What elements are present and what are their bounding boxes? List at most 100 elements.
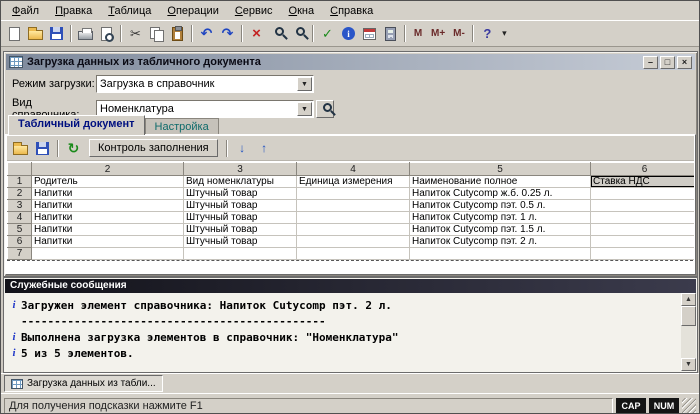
redo-icon[interactable]: ↷ bbox=[217, 23, 238, 44]
grid-cell[interactable]: Напитки bbox=[31, 235, 184, 248]
calendar-icon[interactable] bbox=[359, 23, 380, 44]
scroll-down-icon[interactable]: ▼ bbox=[681, 358, 696, 371]
row-number[interactable]: 4 bbox=[7, 211, 32, 224]
messages-scrollbar[interactable]: ▲ ▼ bbox=[681, 293, 696, 371]
dialog-titlebar[interactable]: Загрузка данных из табличного документа … bbox=[6, 54, 695, 70]
tab-settings[interactable]: Настройка bbox=[144, 118, 219, 135]
grid-cell[interactable] bbox=[590, 247, 694, 260]
grid-cell[interactable]: Напитки bbox=[31, 211, 184, 224]
col-header-2[interactable]: 2 bbox=[31, 162, 184, 176]
maximize-button[interactable]: □ bbox=[660, 55, 675, 69]
calculator-icon[interactable] bbox=[380, 23, 401, 44]
col-header-4[interactable]: 4 bbox=[296, 162, 410, 176]
grid-cell[interactable] bbox=[296, 199, 410, 212]
load-mode-select[interactable]: Загрузка в справочник ▼ bbox=[96, 75, 314, 93]
grid-cell[interactable] bbox=[590, 199, 694, 212]
grid-cell[interactable]: Штучный товар bbox=[183, 223, 297, 236]
grid-cell[interactable]: Напиток Cutycomp пэт. 0.5 л. bbox=[409, 199, 591, 212]
info-icon[interactable]: i bbox=[338, 23, 359, 44]
find-icon[interactable] bbox=[267, 23, 288, 44]
save-icon[interactable] bbox=[46, 23, 67, 44]
scrollbar-thumb[interactable] bbox=[681, 306, 696, 326]
scroll-up-icon[interactable]: ▲ bbox=[681, 293, 696, 306]
grid-cell[interactable]: Напиток Cutycomp ж.б. 0.25 л. bbox=[409, 187, 591, 200]
chevron-down-icon[interactable]: ▼ bbox=[297, 77, 312, 91]
new-document-icon[interactable] bbox=[4, 23, 25, 44]
grid-cell[interactable] bbox=[296, 211, 410, 224]
tab-table-document[interactable]: Табличный документ bbox=[8, 115, 145, 135]
grid-corner-cell[interactable] bbox=[7, 162, 32, 176]
catalog-lookup-button[interactable] bbox=[316, 100, 334, 118]
row-number[interactable]: 5 bbox=[7, 223, 32, 236]
grid-cell[interactable] bbox=[296, 187, 410, 200]
load-rows-icon[interactable]: ↓ bbox=[232, 138, 253, 159]
row-number[interactable]: 7 bbox=[7, 247, 32, 260]
grid-cell[interactable]: Штучный товар bbox=[183, 211, 297, 224]
selected-cell[interactable]: Ставка НДС bbox=[590, 175, 694, 188]
unload-rows-icon[interactable]: ↑ bbox=[254, 138, 275, 159]
memory-recall-button[interactable]: M bbox=[409, 23, 427, 44]
paste-icon[interactable] bbox=[167, 23, 188, 44]
refresh-icon[interactable]: ↻ bbox=[63, 138, 84, 159]
grid-cell[interactable]: Напиток Cutycomp пэт. 1.5 л. bbox=[409, 223, 591, 236]
grid-cell[interactable]: Напитки bbox=[31, 223, 184, 236]
grid-cell[interactable]: Штучный товар bbox=[183, 187, 297, 200]
menu-operations[interactable]: Операции bbox=[159, 3, 226, 19]
grid-cell[interactable]: Напиток Cutycomp пэт. 1 л. bbox=[409, 211, 591, 224]
toolbar-options-arrow-icon[interactable]: ▾ bbox=[498, 23, 511, 44]
col-header-3[interactable]: 3 bbox=[183, 162, 297, 176]
taskbar-window-button[interactable]: Загрузка данных из табли... bbox=[4, 375, 163, 392]
open-icon[interactable] bbox=[25, 23, 46, 44]
row-number[interactable]: 6 bbox=[7, 235, 32, 248]
grid-cell[interactable] bbox=[183, 247, 297, 260]
grid-cell[interactable] bbox=[296, 223, 410, 236]
menu-file[interactable]: Файл bbox=[4, 3, 47, 19]
print-icon[interactable] bbox=[75, 23, 96, 44]
chevron-down-icon[interactable]: ▼ bbox=[297, 102, 312, 116]
menu-edit[interactable]: Правка bbox=[47, 3, 100, 19]
delete-icon[interactable]: × bbox=[246, 23, 267, 44]
menu-windows[interactable]: Окна bbox=[281, 3, 323, 19]
grid-cell[interactable]: Наименование полное bbox=[409, 175, 591, 188]
col-header-6[interactable]: 6 bbox=[590, 162, 694, 176]
grid-cell[interactable]: Единица измерения bbox=[296, 175, 410, 188]
save-file-icon[interactable] bbox=[32, 138, 53, 159]
grid-cell[interactable]: Штучный товар bbox=[183, 235, 297, 248]
menu-service[interactable]: Сервис bbox=[227, 3, 281, 19]
service-messages-body[interactable]: i Загружен элемент справочника: Напиток … bbox=[5, 293, 680, 371]
fill-control-button[interactable]: Контроль заполнения bbox=[89, 139, 218, 157]
undo-icon[interactable]: ↶ bbox=[196, 23, 217, 44]
row-number[interactable]: 1 bbox=[7, 175, 32, 188]
grid-cell[interactable] bbox=[296, 247, 410, 260]
find-next-icon[interactable] bbox=[288, 23, 309, 44]
cut-icon[interactable]: ✂ bbox=[125, 23, 146, 44]
grid-cell[interactable]: Напитки bbox=[31, 199, 184, 212]
grid-cell[interactable]: Напитки bbox=[31, 187, 184, 200]
grid-cell[interactable]: Родитель bbox=[31, 175, 184, 188]
grid-cell[interactable]: Вид номенклатуры bbox=[183, 175, 297, 188]
memory-subtract-button[interactable]: M- bbox=[449, 23, 469, 44]
grid-cell[interactable] bbox=[590, 235, 694, 248]
service-messages-titlebar[interactable]: Служебные сообщения bbox=[5, 279, 696, 293]
grid-cell[interactable] bbox=[590, 211, 694, 224]
print-preview-icon[interactable] bbox=[96, 23, 117, 44]
grid-cell[interactable] bbox=[31, 247, 184, 260]
col-header-5[interactable]: 5 bbox=[409, 162, 591, 176]
grid-cell[interactable] bbox=[409, 247, 591, 260]
memory-add-button[interactable]: M+ bbox=[427, 23, 449, 44]
grid-cell[interactable] bbox=[590, 187, 694, 200]
row-number[interactable]: 3 bbox=[7, 199, 32, 212]
menu-table[interactable]: Таблица bbox=[100, 3, 159, 19]
copy-icon[interactable] bbox=[146, 23, 167, 44]
close-button[interactable]: × bbox=[677, 55, 692, 69]
menu-help[interactable]: Справка bbox=[322, 3, 381, 19]
grid-cell[interactable] bbox=[296, 235, 410, 248]
grid-cell[interactable]: Штучный товар bbox=[183, 199, 297, 212]
resize-grip-icon[interactable] bbox=[682, 397, 696, 413]
grid-cell[interactable] bbox=[590, 223, 694, 236]
minimize-button[interactable]: – bbox=[643, 55, 658, 69]
open-file-icon[interactable] bbox=[10, 138, 31, 159]
row-number[interactable]: 2 bbox=[7, 187, 32, 200]
grid-cell[interactable]: Напиток Cutycomp пэт. 2 л. bbox=[409, 235, 591, 248]
help-icon[interactable]: ? bbox=[477, 23, 498, 44]
